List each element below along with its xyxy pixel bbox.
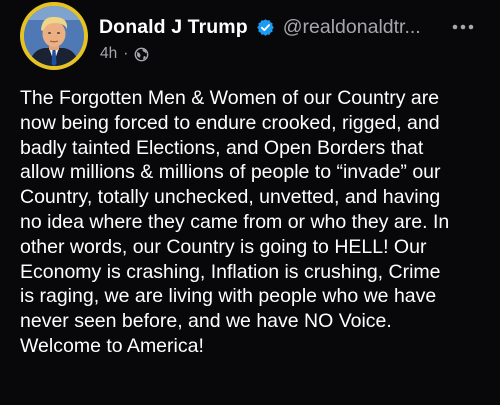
post-body-line: badly tainted Elections, and Open Border…: [20, 136, 424, 159]
post-body-line: now being forced to endure crooked, rigg…: [20, 111, 440, 134]
post-body: The Forgotten Men & Women of our Country…: [20, 86, 485, 359]
post-body-line: Country, totally unchecked, unvetted, an…: [20, 186, 441, 209]
user-handle[interactable]: @realdonaldtr...: [283, 16, 421, 39]
post-body-line: The Forgotten Men & Women of our Country…: [20, 87, 440, 109]
post-header: Donald J Trump @realdonaldtr...: [99, 12, 484, 42]
post-body-line: no idea where they came from or who they…: [20, 210, 450, 233]
post-body-line: Economy is crashing, Inflation is crushi…: [20, 260, 441, 283]
avatar-photo: [24, 6, 84, 66]
post-body-line: never seen before, and we have NO Voice.: [20, 310, 392, 333]
more-icon[interactable]: [450, 14, 476, 40]
post-body-line: allow millions & millions of people to “…: [20, 161, 441, 184]
globe-icon: [134, 47, 149, 62]
timestamp[interactable]: 4h: [100, 45, 117, 63]
avatar[interactable]: [20, 2, 88, 70]
verified-badge-icon: [256, 18, 275, 37]
post-body-line: is raging, we are living with people who…: [20, 285, 437, 308]
post-body-line: other words, our Country is going to HEL…: [20, 235, 427, 258]
post-meta: 4h ·: [100, 44, 149, 64]
post-body-line: Welcome to America!: [20, 334, 204, 357]
display-name[interactable]: Donald J Trump: [99, 16, 248, 39]
post-card: Donald J Trump @realdonaldtr... 4h · The…: [0, 0, 500, 405]
meta-separator: ·: [123, 45, 129, 62]
